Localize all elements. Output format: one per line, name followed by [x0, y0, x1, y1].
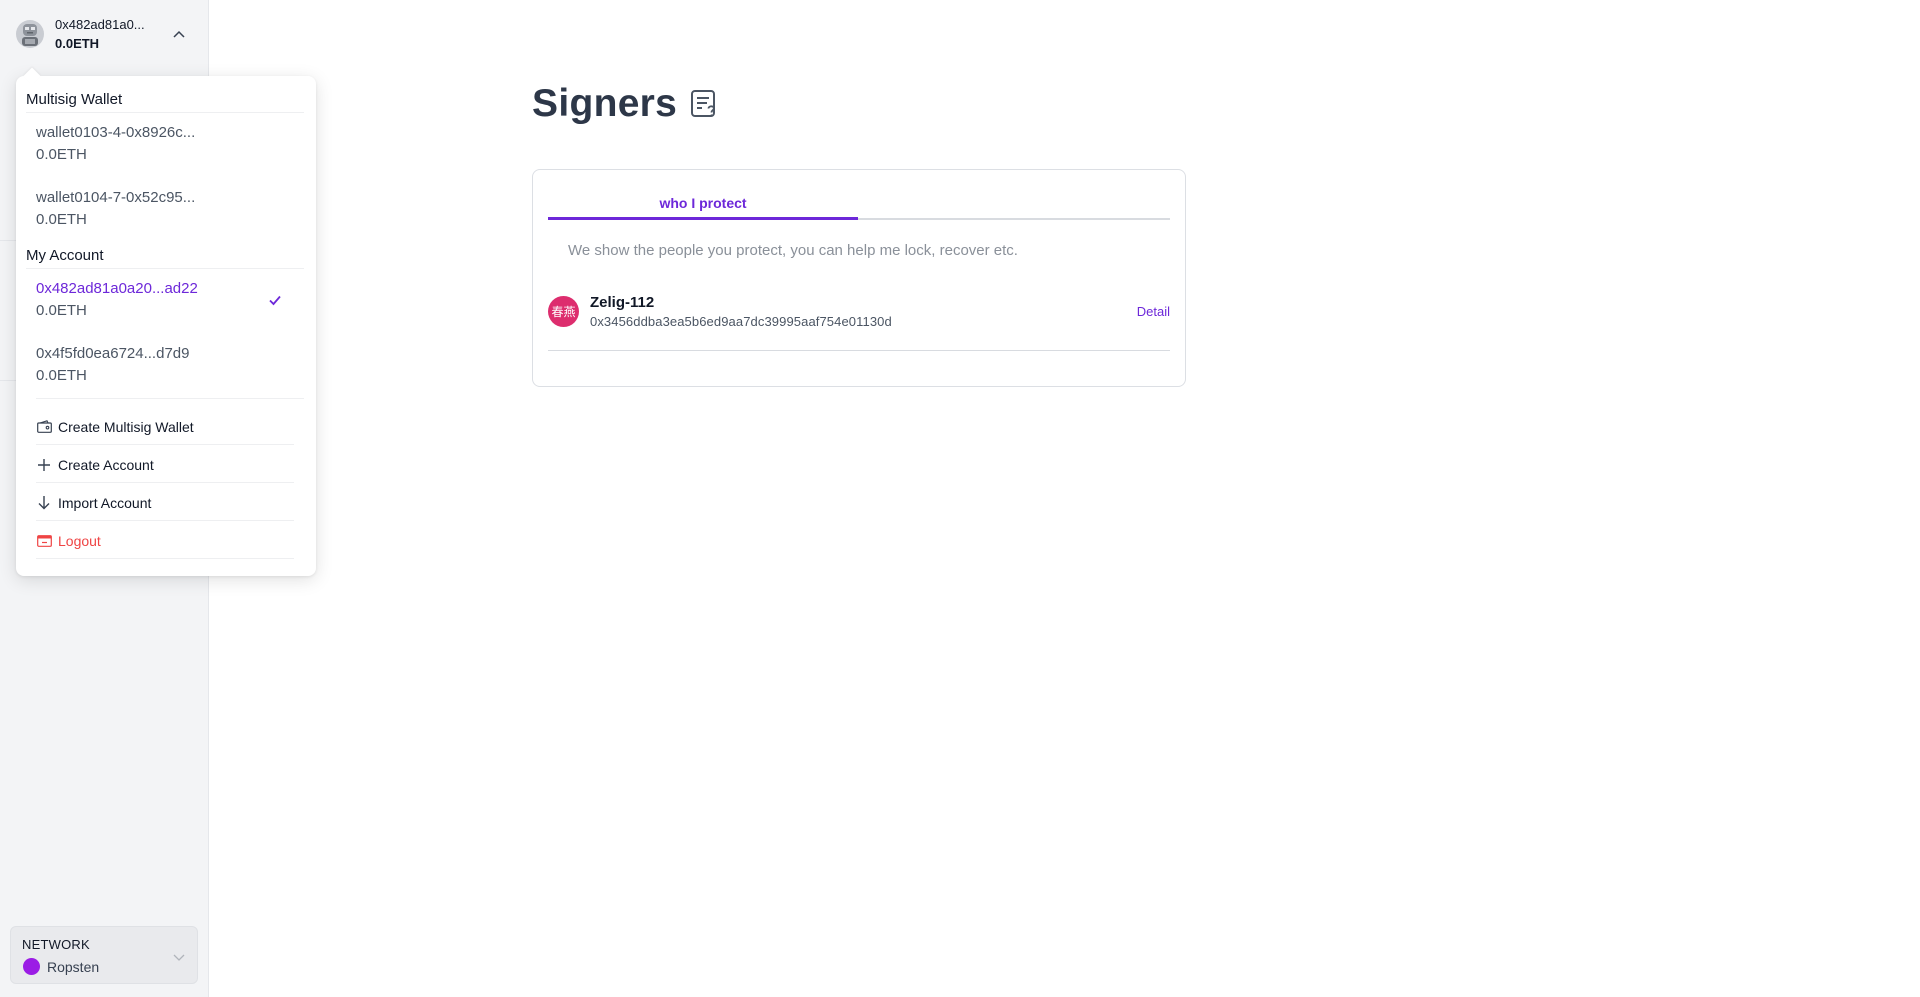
section-divider	[26, 268, 304, 269]
import-account-label: Import Account	[58, 494, 152, 511]
network-selector[interactable]: NETWORK Ropsten	[10, 926, 198, 984]
account-balance: 0.0ETH	[36, 367, 87, 384]
detail-link[interactable]: Detail	[1137, 304, 1170, 319]
wallet-balance: 0.0ETH	[36, 146, 87, 163]
network-name: Ropsten	[47, 958, 100, 975]
chevron-up-icon[interactable]	[172, 27, 186, 41]
page-title: Signers	[532, 82, 678, 125]
robot-avatar-icon	[16, 20, 44, 48]
multisig-wallet-item[interactable]: wallet0103-4-0x8926c... 0.0ETH	[36, 122, 286, 174]
section-divider	[26, 112, 304, 113]
wallet-name: wallet0104-7-0x52c95...	[36, 189, 196, 206]
multisig-wallet-item[interactable]: wallet0104-7-0x52c95... 0.0ETH	[36, 187, 286, 239]
wallet-icon	[36, 419, 52, 435]
multisig-section-title: Multisig Wallet	[26, 91, 123, 108]
plus-icon	[36, 457, 52, 473]
account-name: 0x482ad81a0a20...ad22	[36, 280, 198, 297]
sidebar-divider	[0, 380, 16, 381]
signer-avatar: 春燕	[548, 296, 579, 327]
import-account-button[interactable]: Import Account	[36, 485, 294, 521]
wallet-balance: 0.0ETH	[36, 211, 87, 228]
sidebar-divider	[0, 240, 16, 241]
current-account-address: 0x482ad81a0...	[55, 17, 145, 32]
signers-card: who I protect We show the people you pro…	[532, 169, 1186, 387]
chevron-down-icon	[173, 949, 187, 963]
logout-label: Logout	[58, 532, 101, 549]
network-label: NETWORK	[22, 937, 90, 952]
account-balance: 0.0ETH	[36, 302, 87, 319]
create-account-label: Create Account	[58, 456, 154, 473]
account-switcher[interactable]: 0x482ad81a0... 0.0ETH	[16, 14, 198, 54]
logout-button[interactable]: Logout	[36, 523, 294, 559]
current-account-balance: 0.0ETH	[55, 36, 100, 51]
tab-who-i-protect[interactable]: who I protect	[548, 192, 858, 220]
logout-icon	[36, 533, 52, 549]
account-item[interactable]: 0x4f5fd0ea6724...d7d9 0.0ETH	[36, 343, 286, 395]
checkmark-icon	[268, 293, 282, 307]
wallet-name: wallet0103-4-0x8926c...	[36, 124, 196, 141]
account-item-selected[interactable]: 0x482ad81a0a20...ad22 0.0ETH	[36, 278, 286, 330]
row-divider	[548, 350, 1170, 351]
network-dot-icon	[23, 958, 40, 975]
card-description: We show the people you protect, you can …	[568, 242, 1018, 259]
account-name: 0x4f5fd0ea6724...d7d9	[36, 345, 190, 362]
signer-row: 春燕 Zelig-112 0x3456ddba3ea5b6ed9aa7dc399…	[548, 294, 1170, 344]
create-account-button[interactable]: Create Account	[36, 447, 294, 483]
create-multisig-wallet-button[interactable]: Create Multisig Wallet	[36, 409, 294, 445]
signer-address: 0x3456ddba3ea5b6ed9aa7dc39995aaf754e0113…	[590, 314, 892, 329]
account-dropdown: Multisig Wallet wallet0103-4-0x8926c... …	[16, 76, 316, 576]
section-divider	[36, 398, 304, 399]
create-multisig-label: Create Multisig Wallet	[58, 418, 194, 435]
help-document-icon[interactable]	[689, 88, 721, 120]
arrow-down-icon	[36, 495, 52, 511]
signer-name: Zelig-112	[590, 294, 655, 311]
account-section-title: My Account	[26, 247, 104, 264]
tab-bar: who I protect	[548, 192, 1170, 220]
